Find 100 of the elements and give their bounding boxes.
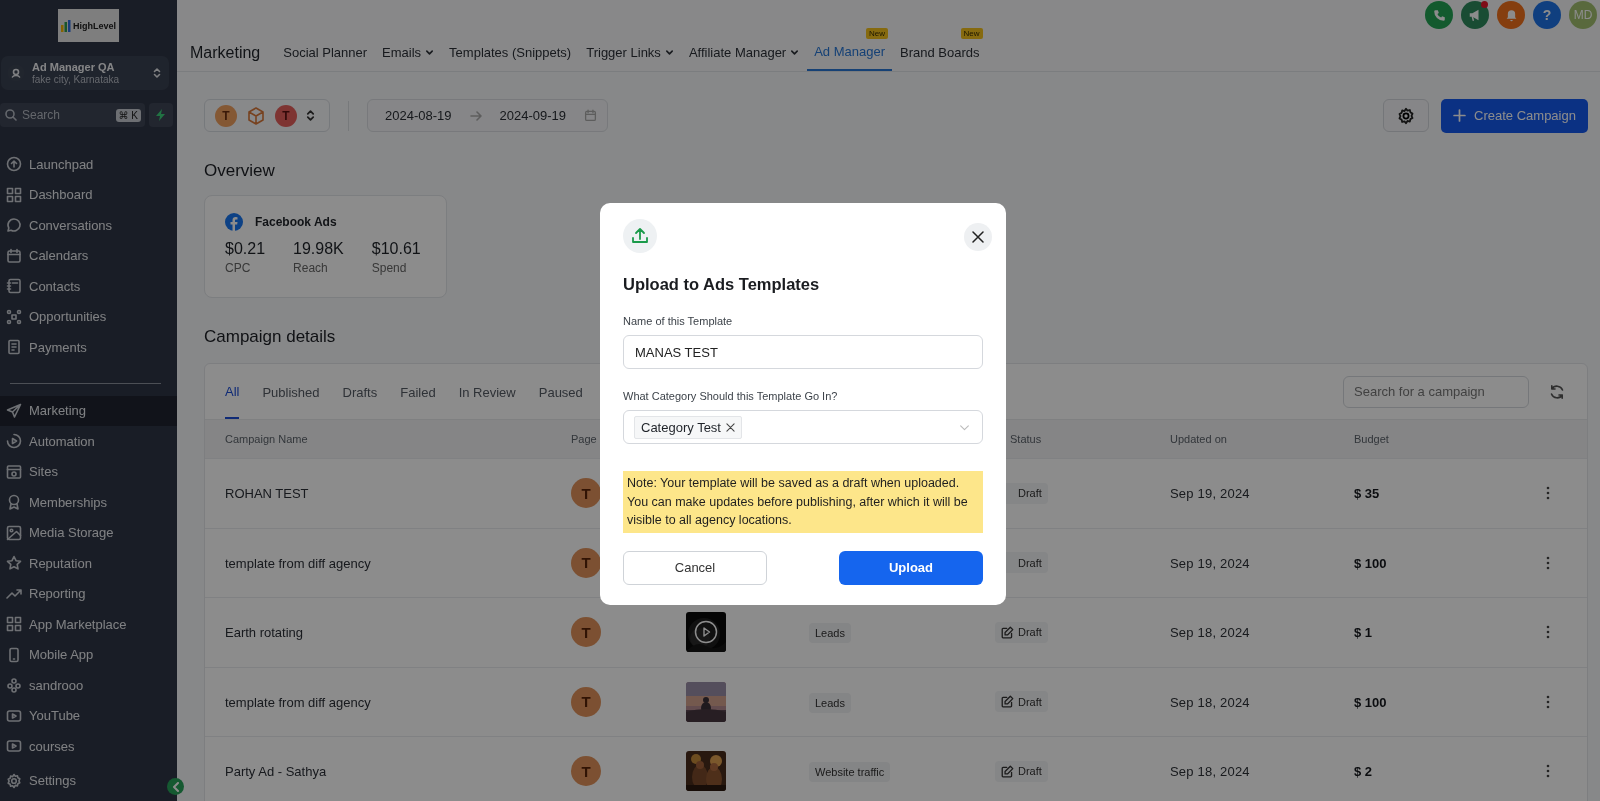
sidebar-item[interactable]: Payments <box>0 332 177 363</box>
sidebar-item[interactable]: Marketing <box>0 395 177 426</box>
search-field[interactable]: Search ⌘ K <box>0 103 145 127</box>
section-title: Campaign details <box>204 326 336 348</box>
sidebar-item[interactable]: YouTube <box>0 700 177 731</box>
chevron-left-icon <box>171 781 180 792</box>
sidebar-item[interactable]: App Marketplace <box>0 609 177 640</box>
nav-tab[interactable]: Social Planner <box>276 31 375 71</box>
budget-amount: $ 100 <box>1354 555 1387 571</box>
bell-icon <box>1504 8 1518 22</box>
upload-button[interactable]: Upload <box>839 550 983 585</box>
nav-tab[interactable]: Templates (Snippets) <box>442 31 579 71</box>
sidebar-item[interactable]: Conversations <box>0 210 177 241</box>
account-avatar: T <box>275 104 297 127</box>
budget-amount: $ 35 <box>1354 486 1380 502</box>
metric-value: $10.61 <box>371 239 421 259</box>
note-message: Note: Your template will be saved as a draft when uploaded. You can make updates before publishing, after which it will be visible to all agency locations. <box>623 471 983 533</box>
nav-tab[interactable]: Affiliate Manager <box>681 31 807 71</box>
quick-action-button[interactable] <box>149 103 173 127</box>
account-switcher[interactable]: Ad Manager QA fake city, Karnataka <box>1 56 169 90</box>
category-select[interactable]: Category Test <box>623 410 983 444</box>
updated-date: Sep 19, 2024 <box>1170 555 1250 571</box>
page-title: Marketing <box>190 43 261 63</box>
video-player-icon <box>6 738 22 755</box>
phone-button[interactable] <box>1425 1 1453 29</box>
plus-icon <box>1453 109 1467 122</box>
filter-tab[interactable]: Published <box>262 364 320 419</box>
filter-tab[interactable]: Paused <box>538 364 583 419</box>
budget-amount: $ 1 <box>1354 625 1373 641</box>
sidebar-item[interactable]: Media Storage <box>0 517 177 548</box>
remove-icon[interactable] <box>725 422 735 432</box>
nav-tab[interactable]: New Ad Manager <box>807 31 893 71</box>
search-field[interactable]: Search for a campaign <box>1343 375 1529 408</box>
announcements-button[interactable] <box>1461 1 1489 29</box>
filter-tab[interactable]: Drafts <box>342 364 378 419</box>
help-button[interactable]: ? <box>1533 1 1561 29</box>
account-filter[interactable]: T T <box>204 99 330 132</box>
refresh-icon[interactable] <box>1549 383 1565 400</box>
contact-book-icon <box>6 278 22 295</box>
objective-tag: Leads <box>809 623 851 644</box>
edit-icon <box>1001 625 1014 639</box>
network-icon <box>6 308 22 325</box>
template-name-field[interactable]: MANAS TEST <box>623 335 983 369</box>
star-icon <box>6 555 22 572</box>
sidebar-item[interactable]: Reputation <box>0 548 177 579</box>
sidebar-item[interactable]: Calendars <box>0 240 177 271</box>
page-avatar: T <box>571 617 601 648</box>
cancel-button[interactable]: Cancel <box>623 550 767 585</box>
filter-tab[interactable]: In Review <box>458 364 516 419</box>
campaign-name: template from diff agency <box>225 694 371 710</box>
logo: HighLevel <box>58 9 119 42</box>
arrow-right-icon <box>469 110 482 121</box>
sidebar-item[interactable]: Memberships <box>0 487 177 518</box>
column-header: Updated on <box>1170 433 1227 445</box>
sidebar-item[interactable]: Sites <box>0 456 177 487</box>
image-icon <box>6 524 22 541</box>
date-range-field[interactable]: 2024-08-19 2024-09-19 <box>367 99 608 132</box>
section-title: Overview <box>204 160 275 182</box>
nav-tab[interactable]: Trigger Links <box>579 31 681 71</box>
chat-bubble-icon <box>6 217 22 234</box>
account-name: Ad Manager QA <box>32 61 116 74</box>
facebook-icon <box>225 213 243 231</box>
close-button[interactable] <box>964 223 992 251</box>
objective-tag: Website traffic <box>809 762 891 783</box>
sidebar-item[interactable]: Contacts <box>0 271 177 302</box>
filter-tab[interactable]: Failed <box>400 364 436 419</box>
more-options-icon[interactable] <box>1546 555 1550 570</box>
sidebar-item[interactable]: sandrooo <box>0 670 177 701</box>
calendar-icon <box>584 109 597 122</box>
more-options-icon[interactable] <box>1546 486 1550 501</box>
sidebar-item[interactable]: Opportunities <box>0 301 177 332</box>
phone-icon <box>1432 8 1446 22</box>
sidebar-item[interactable]: Mobile App <box>0 639 177 670</box>
nav-tab[interactable]: New Brand Boards <box>893 31 987 71</box>
page-avatar: T <box>571 547 601 578</box>
sidebar-item[interactable]: Reporting <box>0 578 177 609</box>
sidebar-item[interactable]: Launchpad <box>0 149 177 180</box>
play-icon <box>694 620 718 645</box>
sidebar-item[interactable]: Dashboard <box>0 179 177 210</box>
collapse-button[interactable] <box>167 778 184 795</box>
flower-icon <box>6 677 22 694</box>
more-options-icon[interactable] <box>1546 625 1550 640</box>
search-icon <box>5 109 17 121</box>
metric-value: 19.98K <box>293 239 344 259</box>
calendar-icon <box>6 247 22 264</box>
more-options-icon[interactable] <box>1546 764 1550 779</box>
rocket-icon <box>6 156 22 173</box>
more-options-icon[interactable] <box>1546 694 1550 709</box>
mobile-phone-icon <box>6 646 22 663</box>
megaphone-icon <box>1468 8 1482 22</box>
platform-name: Facebook Ads <box>255 215 337 229</box>
award-icon <box>6 494 22 511</box>
sidebar-item[interactable]: courses <box>0 731 177 762</box>
browser-icon <box>6 463 22 480</box>
settings-button[interactable] <box>1383 99 1429 132</box>
sidebar-item[interactable]: Automation <box>0 426 177 457</box>
close-icon <box>972 231 984 243</box>
create-campaign-button[interactable]: Create Campaign <box>1441 98 1588 133</box>
nav-tab[interactable]: Emails <box>375 31 442 71</box>
receipt-icon <box>6 339 22 356</box>
